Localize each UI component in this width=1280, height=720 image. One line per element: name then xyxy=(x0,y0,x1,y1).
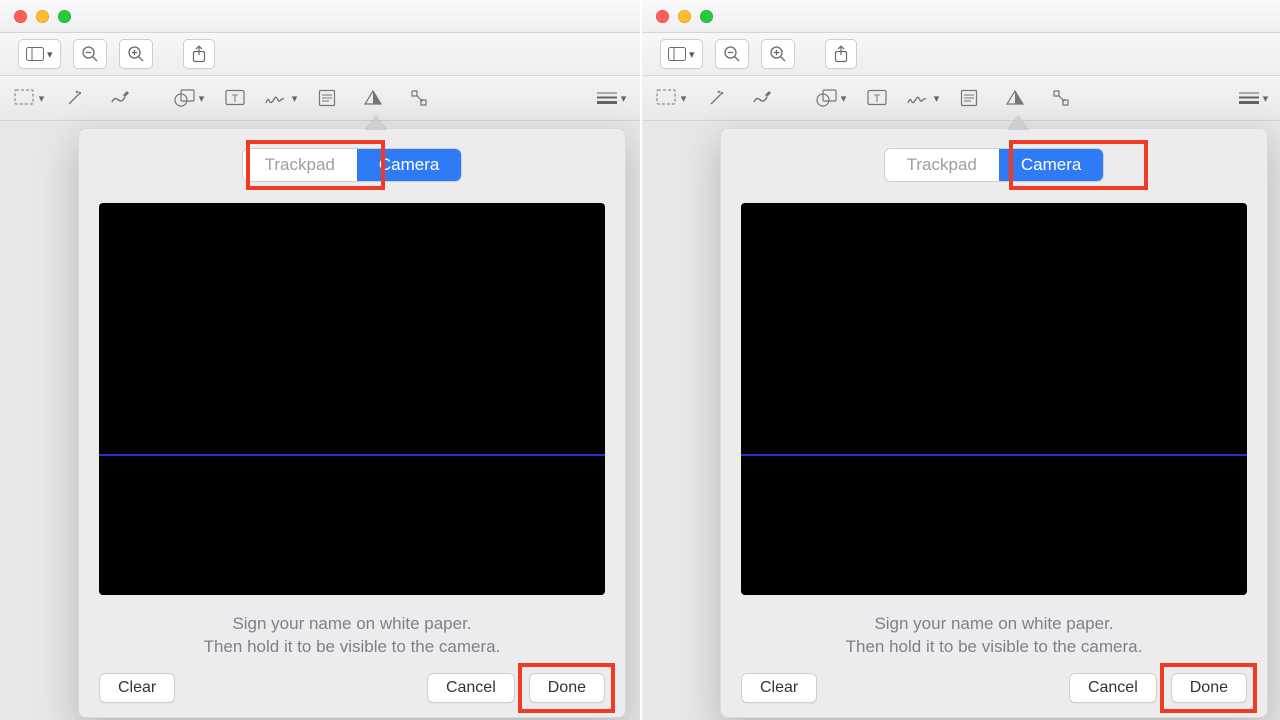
shapes-tool[interactable]: ▾ xyxy=(172,84,206,112)
adjust-color-icon[interactable] xyxy=(356,84,390,112)
minimize-icon[interactable] xyxy=(678,10,691,23)
camera-tab[interactable]: Camera xyxy=(999,149,1103,181)
draw-icon[interactable] xyxy=(104,84,138,112)
hint-line2: Then hold it to be visible to the camera… xyxy=(99,636,605,659)
hint-line1: Sign your name on white paper. xyxy=(741,613,1247,636)
adjust-color-icon[interactable] xyxy=(998,84,1032,112)
shapes-tool[interactable]: ▾ xyxy=(814,84,848,112)
zoom-icon[interactable] xyxy=(700,10,713,23)
line-style-tool[interactable]: ▾ xyxy=(1236,84,1270,112)
camera-preview xyxy=(99,203,605,595)
close-icon[interactable] xyxy=(656,10,669,23)
titlebar xyxy=(642,0,1280,33)
primary-toolbar: ▾ xyxy=(0,33,640,76)
sidebar-toggle-button[interactable]: ▾ xyxy=(18,39,61,69)
crop-tool[interactable] xyxy=(402,84,436,112)
clear-button[interactable]: Clear xyxy=(99,673,175,703)
close-icon[interactable] xyxy=(14,10,27,23)
window-left: ▾ ▾ ▾ T ▾ ▾ xyxy=(0,0,640,720)
signature-tool[interactable]: ▾ xyxy=(264,84,298,112)
zoom-icon[interactable] xyxy=(58,10,71,23)
camera-preview xyxy=(741,203,1247,595)
svg-text:T: T xyxy=(874,93,881,105)
share-button[interactable] xyxy=(183,39,215,69)
signature-guideline xyxy=(99,454,605,456)
titlebar xyxy=(0,0,640,33)
signature-guideline xyxy=(741,454,1247,456)
crop-tool[interactable] xyxy=(1044,84,1078,112)
line-style-tool[interactable]: ▾ xyxy=(594,84,628,112)
hint-line1: Sign your name on white paper. xyxy=(99,613,605,636)
magic-wand-icon[interactable] xyxy=(58,84,92,112)
hint-text: Sign your name on white paper. Then hold… xyxy=(99,613,605,659)
note-tool[interactable] xyxy=(310,84,344,112)
camera-tab[interactable]: Camera xyxy=(357,149,461,181)
selection-tool[interactable]: ▾ xyxy=(12,84,46,112)
sidebar-toggle-button[interactable]: ▾ xyxy=(660,39,703,69)
clear-button[interactable]: Clear xyxy=(741,673,817,703)
done-button[interactable]: Done xyxy=(1171,673,1247,703)
trackpad-tab[interactable]: Trackpad xyxy=(243,149,357,181)
hint-text: Sign your name on white paper. Then hold… xyxy=(741,613,1247,659)
zoom-in-button[interactable] xyxy=(761,39,795,69)
signature-source-segmented: Trackpad Camera xyxy=(885,149,1104,181)
minimize-icon[interactable] xyxy=(36,10,49,23)
signature-source-segmented: Trackpad Camera xyxy=(243,149,462,181)
text-tool[interactable]: T xyxy=(860,84,894,112)
chevron-down-icon: ▾ xyxy=(47,48,53,61)
signature-tool[interactable]: ▾ xyxy=(906,84,940,112)
signature-panel: Trackpad Camera Sign your name on white … xyxy=(78,128,626,718)
markup-toolbar: ▾ ▾ T ▾ ▾ xyxy=(642,76,1280,121)
zoom-out-button[interactable] xyxy=(715,39,749,69)
cancel-button[interactable]: Cancel xyxy=(1069,673,1157,703)
hint-line2: Then hold it to be visible to the camera… xyxy=(741,636,1247,659)
signature-panel: Trackpad Camera Sign your name on white … xyxy=(720,128,1268,718)
chevron-down-icon: ▾ xyxy=(689,48,695,61)
window-right: ▾ ▾ ▾ T ▾ ▾ xyxy=(640,0,1280,720)
done-button[interactable]: Done xyxy=(529,673,605,703)
primary-toolbar: ▾ xyxy=(642,33,1280,76)
text-tool[interactable]: T xyxy=(218,84,252,112)
zoom-out-button[interactable] xyxy=(73,39,107,69)
share-button[interactable] xyxy=(825,39,857,69)
popover-arrow xyxy=(1008,116,1028,130)
cancel-button[interactable]: Cancel xyxy=(427,673,515,703)
note-tool[interactable] xyxy=(952,84,986,112)
svg-text:T: T xyxy=(232,93,239,105)
popover-arrow xyxy=(366,116,386,130)
selection-tool[interactable]: ▾ xyxy=(654,84,688,112)
draw-icon[interactable] xyxy=(746,84,780,112)
zoom-in-button[interactable] xyxy=(119,39,153,69)
trackpad-tab[interactable]: Trackpad xyxy=(885,149,999,181)
magic-wand-icon[interactable] xyxy=(700,84,734,112)
markup-toolbar: ▾ ▾ T ▾ ▾ xyxy=(0,76,640,121)
